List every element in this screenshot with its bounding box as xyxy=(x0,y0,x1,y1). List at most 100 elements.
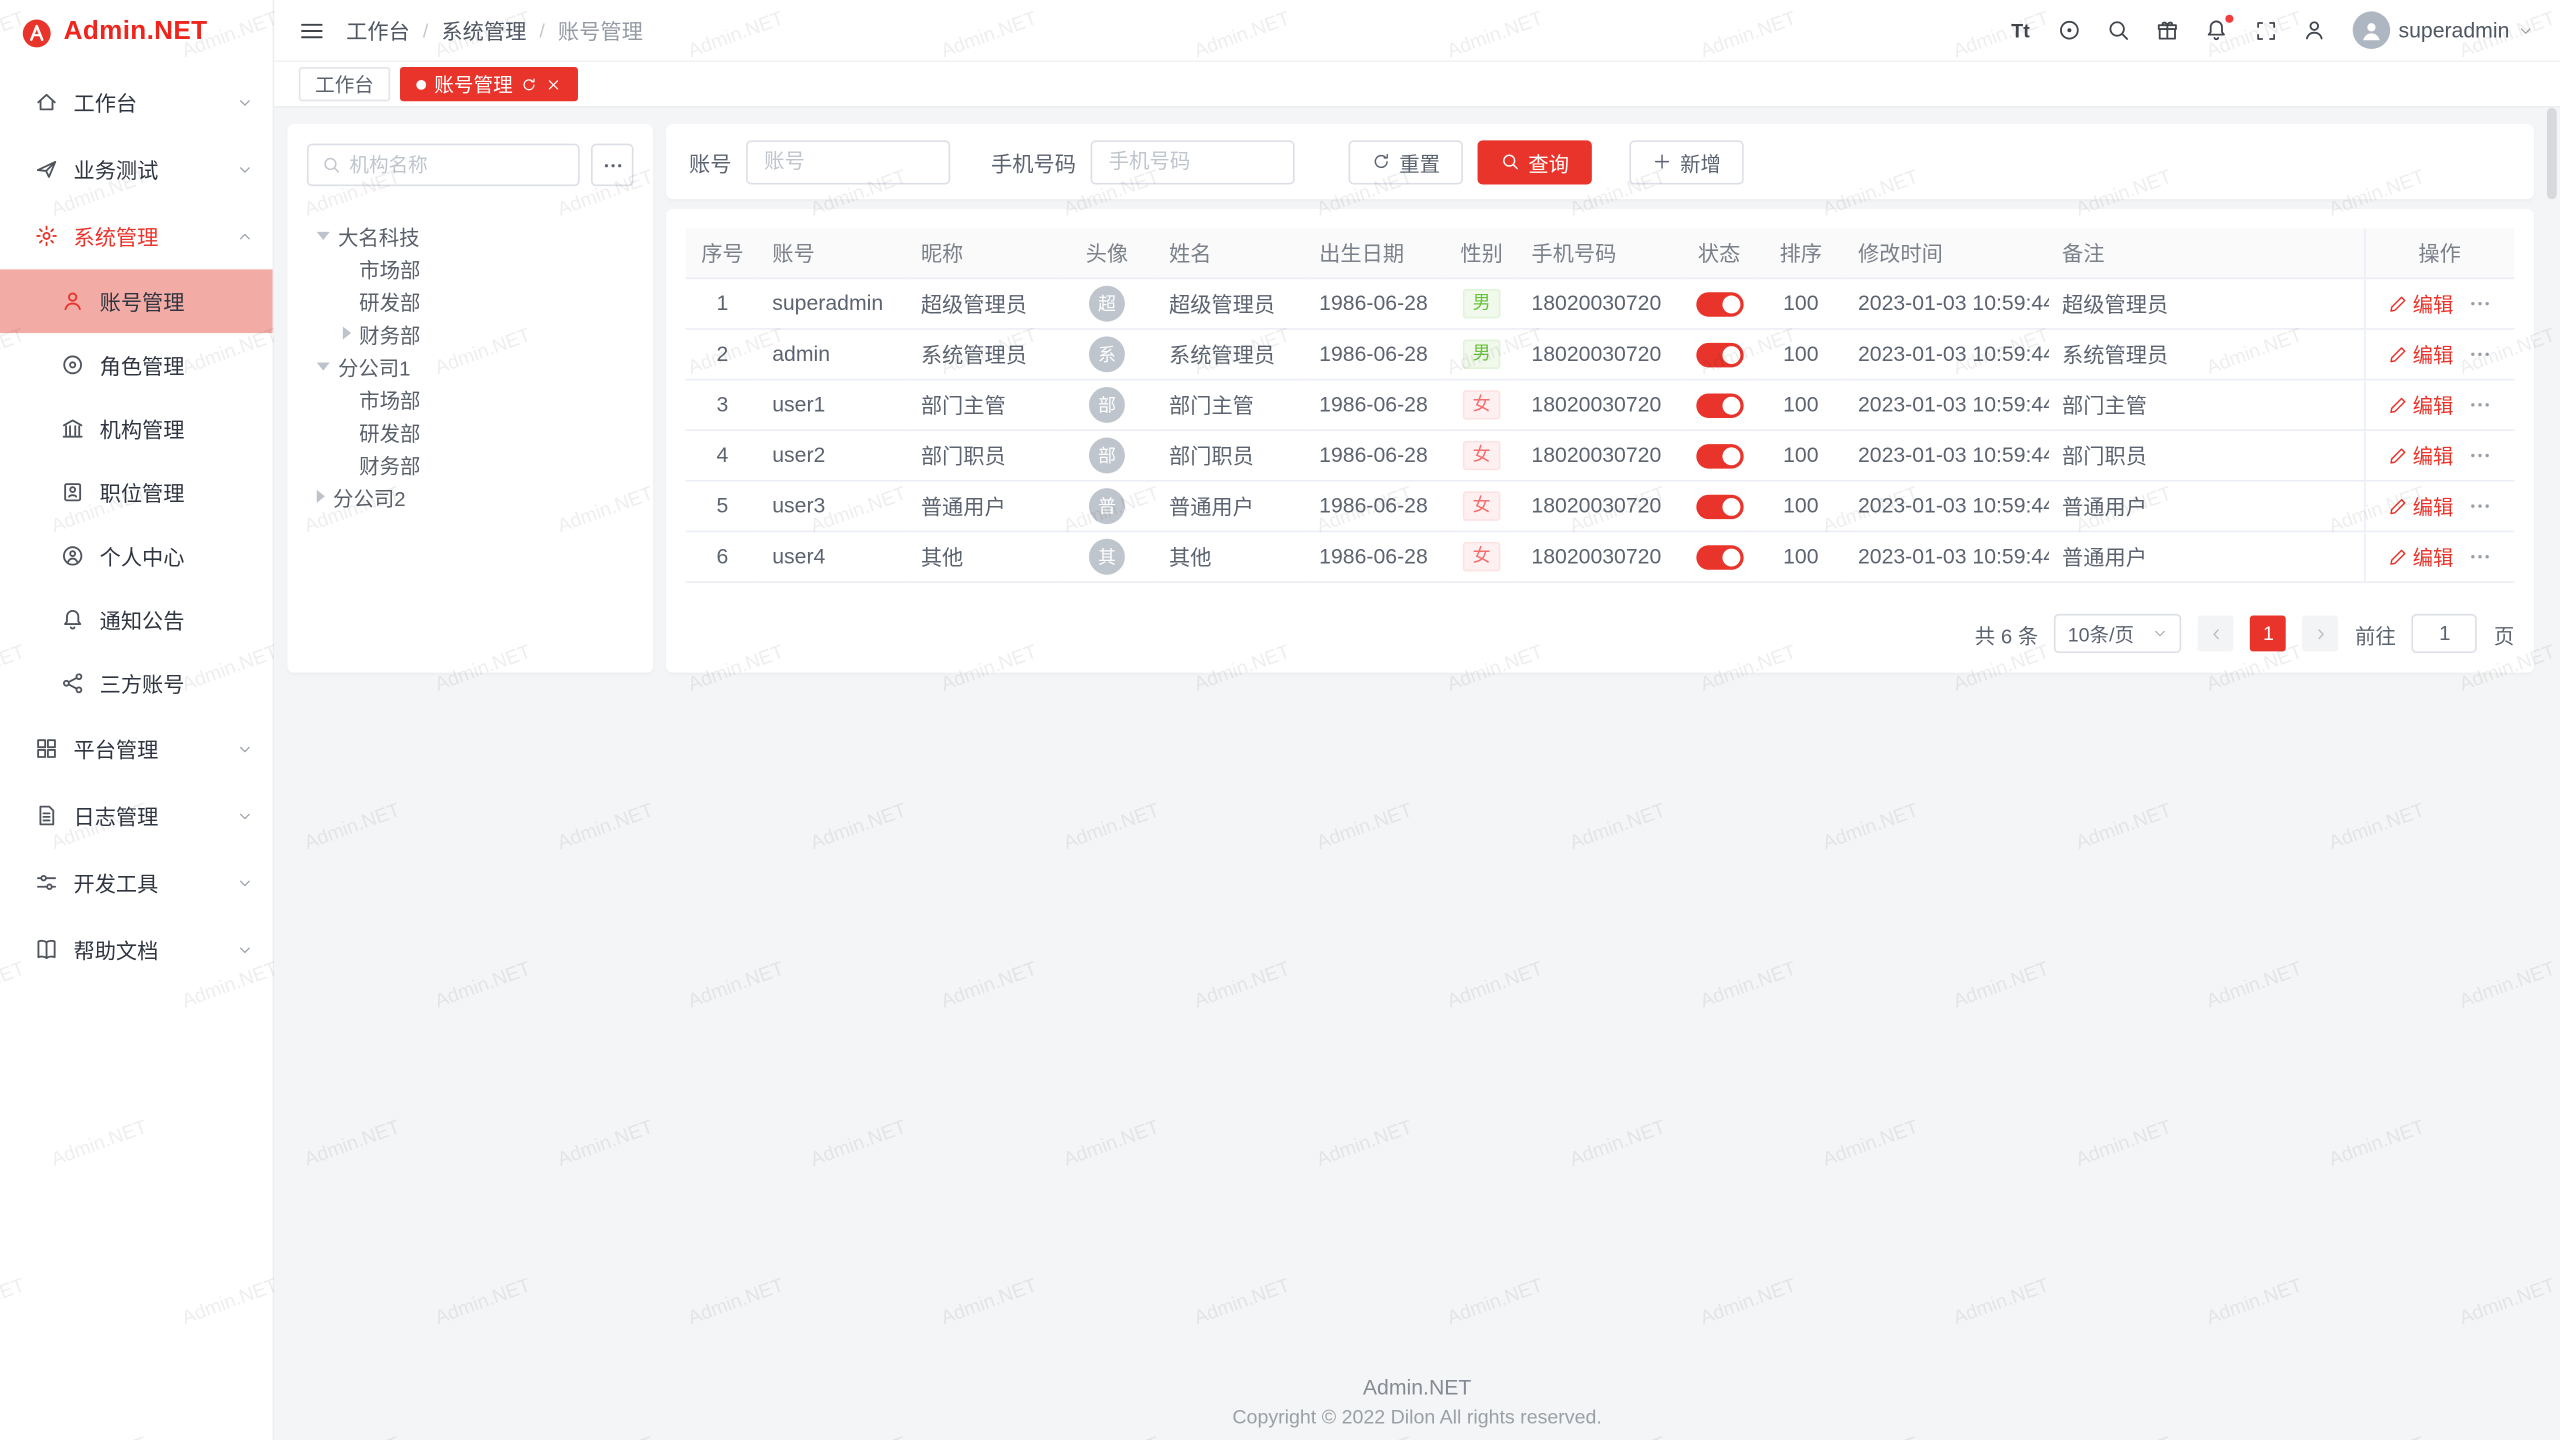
cell-status xyxy=(1682,480,1757,531)
row-more-button[interactable] xyxy=(2468,544,2491,567)
user-icon xyxy=(59,288,85,314)
tree-node-label: 研发部 xyxy=(359,285,420,316)
edit-button[interactable]: 编辑 xyxy=(2388,389,2453,420)
status-toggle[interactable] xyxy=(1696,545,1743,569)
table-row-superadmin: 1superadmin超级管理员超超级管理员1986-06-28男1802003… xyxy=(686,278,2515,329)
page-size-select[interactable]: 10条/页 xyxy=(2055,614,2182,653)
status-toggle[interactable] xyxy=(1696,443,1743,467)
font-size-icon[interactable]: Tt xyxy=(2002,11,2040,50)
sidebar-item-日志管理[interactable]: 日志管理 xyxy=(0,782,273,849)
row-more-button[interactable] xyxy=(2468,443,2491,466)
tab-refresh-icon[interactable] xyxy=(521,76,537,92)
org-search-input[interactable] xyxy=(349,153,565,176)
cell-status xyxy=(1682,278,1757,329)
tree-node-财务部[interactable]: 财务部 xyxy=(307,447,634,480)
tree-node-财务部[interactable]: 财务部 xyxy=(307,317,634,350)
sidebar-item-个人中心[interactable]: 个人中心 xyxy=(0,524,273,588)
row-more-button[interactable] xyxy=(2468,494,2491,517)
edit-button[interactable]: 编辑 xyxy=(2388,338,2453,369)
profile-icon[interactable] xyxy=(2296,11,2334,50)
cell-remark: 部门主管 xyxy=(2049,379,2364,430)
prev-page-button[interactable] xyxy=(2198,616,2234,652)
tree-caret-icon[interactable] xyxy=(317,362,330,370)
reset-button[interactable]: 重置 xyxy=(1349,140,1463,184)
table-row-user4: 6user4其他其其他1986-06-28女180200307201002023… xyxy=(686,531,2515,582)
sidebar-item-工作台[interactable]: 工作台 xyxy=(0,69,273,136)
sidebar-item-职位管理[interactable]: 职位管理 xyxy=(0,460,273,524)
tab-close-icon[interactable] xyxy=(545,76,561,92)
add-button[interactable]: 新增 xyxy=(1629,140,1743,184)
tree-node-分公司1[interactable]: 分公司1 xyxy=(307,349,634,382)
user-menu[interactable]: superadmin xyxy=(2353,11,2534,49)
account-input[interactable] xyxy=(746,140,950,184)
search-icon[interactable] xyxy=(2100,11,2138,50)
org-tree-panel: 大名科技市场部研发部财务部分公司1市场部研发部财务部分公司2 xyxy=(287,124,653,673)
sidebar-item-业务测试[interactable]: 业务测试 xyxy=(0,136,273,203)
tree-node-研发部[interactable]: 研发部 xyxy=(307,415,634,448)
breadcrumb-item-system[interactable]: 系统管理 xyxy=(441,15,526,46)
current-page-button[interactable]: 1 xyxy=(2251,616,2287,652)
status-toggle[interactable] xyxy=(1696,342,1743,366)
cell-name: 其他 xyxy=(1156,531,1306,582)
breadcrumb-item-workbench[interactable]: 工作台 xyxy=(346,15,410,46)
admin-app: Admin.NET 工作台业务测试系统管理账号管理角色管理机构管理职位管理个人中… xyxy=(0,0,2560,1440)
cell-name: 超级管理员 xyxy=(1156,278,1306,329)
cell-status xyxy=(1682,429,1757,480)
app-logo[interactable]: Admin.NET xyxy=(0,0,273,65)
sidebar-item-系统管理[interactable]: 系统管理 xyxy=(0,202,273,269)
cell-avatar: 系 xyxy=(1058,328,1156,379)
sidebar-item-通知公告[interactable]: 通知公告 xyxy=(0,588,273,652)
goto-page-input[interactable] xyxy=(2412,614,2477,653)
tab-account-management[interactable]: 账号管理 xyxy=(400,67,578,101)
sidebar-item-帮助文档[interactable]: 帮助文档 xyxy=(0,916,273,983)
edit-button[interactable]: 编辑 xyxy=(2388,540,2453,571)
row-more-button[interactable] xyxy=(2468,393,2491,416)
tree-caret-icon[interactable] xyxy=(317,490,325,503)
row-more-button[interactable] xyxy=(2468,342,2491,365)
status-toggle[interactable] xyxy=(1696,393,1743,417)
tree-node-大名科技[interactable]: 大名科技 xyxy=(307,219,634,252)
tree-more-button[interactable] xyxy=(591,144,633,186)
phone-input[interactable] xyxy=(1091,140,1295,184)
sidebar-item-角色管理[interactable]: 角色管理 xyxy=(0,333,273,397)
search-button[interactable]: 查询 xyxy=(1478,140,1592,184)
status-toggle[interactable] xyxy=(1696,291,1743,315)
cell-nickname: 普通用户 xyxy=(908,480,1058,531)
tree-node-研发部[interactable]: 研发部 xyxy=(307,284,634,317)
status-toggle[interactable] xyxy=(1696,494,1743,518)
row-more-button[interactable] xyxy=(2468,291,2491,314)
edit-button[interactable]: 编辑 xyxy=(2388,287,2453,318)
menu-collapse-icon[interactable] xyxy=(299,17,325,43)
breadcrumb-item-current: 账号管理 xyxy=(558,15,643,46)
tree-node-市场部[interactable]: 市场部 xyxy=(307,382,634,415)
sidebar-item-平台管理[interactable]: 平台管理 xyxy=(0,715,273,782)
fullscreen-icon[interactable] xyxy=(2247,11,2285,50)
edit-button[interactable]: 编辑 xyxy=(2388,490,2453,521)
tree-caret-icon[interactable] xyxy=(343,327,351,340)
sidebar-item-三方账号[interactable]: 三方账号 xyxy=(0,651,273,715)
edit-button[interactable]: 编辑 xyxy=(2388,439,2453,470)
theme-icon[interactable] xyxy=(2051,11,2089,50)
gift-icon[interactable] xyxy=(2149,11,2187,50)
cell-phone: 18020030720 xyxy=(1518,278,1681,329)
tree-node-分公司2[interactable]: 分公司2 xyxy=(307,480,634,513)
org-icon xyxy=(59,416,85,442)
tab-workbench[interactable]: 工作台 xyxy=(299,67,390,101)
tree-node-label: 研发部 xyxy=(359,416,420,447)
sidebar-item-机构管理[interactable]: 机构管理 xyxy=(0,397,273,461)
tree-node-市场部[interactable]: 市场部 xyxy=(307,251,634,284)
cell-gender: 女 xyxy=(1445,379,1518,430)
sidebar-item-账号管理[interactable]: 账号管理 xyxy=(0,269,273,333)
notification-icon[interactable] xyxy=(2198,11,2236,50)
sidebar-item-开发工具[interactable]: 开发工具 xyxy=(0,849,273,916)
cell-status xyxy=(1682,328,1757,379)
row-avatar: 普 xyxy=(1089,487,1125,523)
tree-caret-icon[interactable] xyxy=(317,231,330,239)
gender-badge: 女 xyxy=(1463,389,1501,418)
next-page-button[interactable] xyxy=(2303,616,2339,652)
row-avatar: 部 xyxy=(1089,437,1125,473)
cell-remark: 普通用户 xyxy=(2049,480,2364,531)
avatar xyxy=(2353,11,2391,49)
scrollbar-thumb[interactable] xyxy=(2547,108,2557,199)
column-header-昵称: 昵称 xyxy=(908,229,1058,278)
